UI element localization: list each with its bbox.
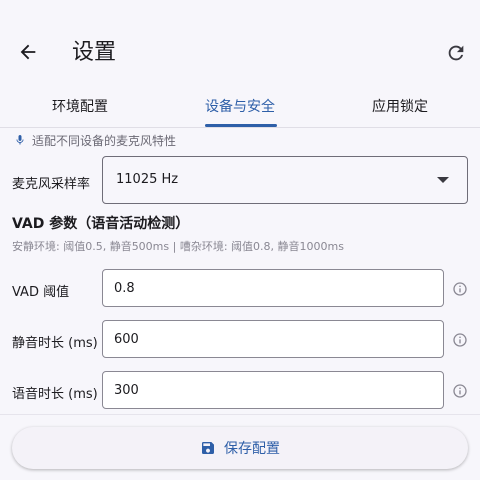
active-tab-indicator bbox=[205, 124, 277, 127]
vad-threshold-label: VAD 阈值 bbox=[12, 285, 70, 300]
mic-icon bbox=[16, 135, 24, 145]
tab-bar: 环境配置 设备与安全 应用锁定 bbox=[0, 84, 480, 128]
mic-hint: 适配不同设备的麦克风特性 bbox=[14, 131, 176, 149]
silence-duration-label: 静音时长 (ms) bbox=[12, 336, 98, 351]
save-config-label: 保存配置 bbox=[224, 441, 280, 457]
tab-environment[interactable]: 环境配置 bbox=[0, 84, 160, 128]
arrow-left-icon bbox=[20, 44, 36, 60]
info-icon[interactable] bbox=[452, 281, 468, 297]
speech-duration-field[interactable] bbox=[102, 371, 444, 409]
app-bar: 设置 bbox=[0, 0, 480, 84]
tab-device-security[interactable]: 设备与安全 bbox=[160, 84, 320, 128]
mic-sample-rate-value: 11025 Hz bbox=[116, 172, 179, 187]
vad-threshold-field[interactable] bbox=[102, 269, 444, 307]
silence-duration-field[interactable] bbox=[102, 320, 444, 358]
info-icon[interactable] bbox=[452, 332, 468, 348]
mic-sample-rate-label: 麦克风采样率 bbox=[12, 177, 91, 192]
speech-duration-input[interactable] bbox=[103, 372, 443, 408]
save-config-button[interactable]: 保存配置 bbox=[12, 427, 468, 469]
silence-duration-input[interactable] bbox=[103, 321, 443, 357]
info-icon[interactable] bbox=[452, 383, 468, 399]
save-icon bbox=[202, 442, 214, 454]
back-button[interactable] bbox=[14, 38, 42, 66]
mic-hint-text: 适配不同设备的麦克风特性 bbox=[32, 133, 177, 148]
refresh-icon bbox=[448, 45, 464, 61]
speech-duration-label: 语音时长 (ms) bbox=[12, 387, 98, 402]
tab-app-lock[interactable]: 应用锁定 bbox=[320, 84, 480, 128]
vad-section-title: VAD 参数（语音活动检测） bbox=[12, 216, 190, 232]
mic-sample-rate-select[interactable]: 11025 Hz bbox=[102, 156, 468, 204]
divider bbox=[0, 414, 480, 415]
vad-threshold-input[interactable] bbox=[103, 270, 443, 306]
vad-section-subtitle: 安静环境: 阈值0.5, 静音500ms | 嘈杂环境: 阈值0.8, 静音10… bbox=[12, 240, 344, 253]
page-title: 设置 bbox=[72, 40, 117, 65]
dropdown-arrow-icon bbox=[437, 177, 449, 183]
refresh-button[interactable] bbox=[443, 40, 469, 66]
